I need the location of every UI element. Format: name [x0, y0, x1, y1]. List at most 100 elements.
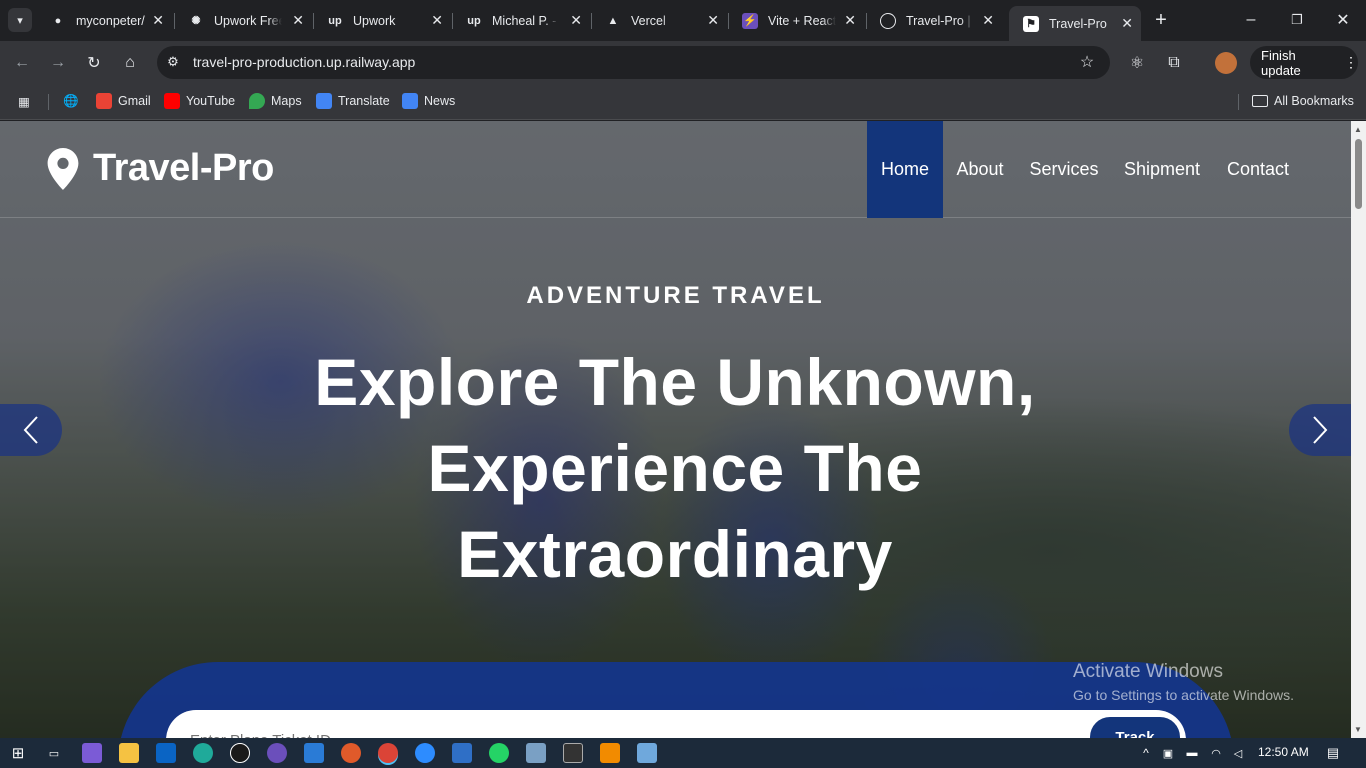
bookmark-star-icon[interactable]: ☆ [1075, 50, 1099, 74]
vite-icon: ⚡ [742, 12, 758, 29]
vlc-icon[interactable] [600, 743, 620, 763]
whatsapp-icon[interactable] [489, 743, 509, 763]
page-scrollbar[interactable]: ▲ ▼ [1351, 121, 1366, 738]
news-icon [402, 93, 418, 109]
close-tab-icon[interactable]: ✕ [570, 12, 582, 29]
outlook-icon[interactable] [156, 743, 176, 763]
tab-search-button[interactable]: ▾ [8, 8, 32, 32]
scrollbar-thumb[interactable] [1355, 139, 1362, 209]
zoom-icon[interactable] [415, 743, 435, 763]
react-devtools-icon[interactable]: ⚛ [1125, 51, 1149, 75]
carousel-prev-button[interactable] [0, 404, 62, 456]
store-icon[interactable] [452, 743, 472, 763]
profile-avatar[interactable] [1215, 52, 1237, 74]
camera-icon[interactable]: ▣ [1158, 743, 1178, 763]
headline-line: Extraordinary [457, 517, 893, 591]
close-tab-icon[interactable]: ✕ [1121, 15, 1133, 32]
translate-icon [316, 93, 332, 109]
nav-home[interactable]: Home [867, 121, 943, 218]
nav-services[interactable]: Services [1017, 121, 1111, 218]
photos-icon[interactable] [526, 743, 546, 763]
carousel-next-button[interactable] [1289, 404, 1351, 456]
restore-window-icon[interactable]: ❐ [1285, 8, 1309, 32]
notepad-icon[interactable] [637, 743, 657, 763]
copilot-icon[interactable] [82, 743, 102, 763]
reload-icon[interactable]: ↻ [82, 51, 106, 75]
edge-icon[interactable] [193, 743, 213, 763]
location-pin-icon [47, 147, 79, 190]
close-tab-icon[interactable]: ✕ [152, 12, 164, 29]
bookmark-gmail[interactable]: Gmail [96, 92, 151, 110]
activate-windows-watermark: Activate Windows Go to Settings to activ… [1073, 661, 1294, 703]
close-tab-icon[interactable]: ✕ [982, 12, 994, 29]
battery-icon[interactable]: ▬ [1182, 743, 1202, 763]
railway-icon [880, 12, 896, 29]
extensions-puzzle-icon[interactable]: ⧉ [1162, 51, 1186, 75]
youtube-icon [164, 93, 180, 109]
app-icon[interactable] [230, 743, 250, 763]
close-tab-icon[interactable]: ✕ [844, 12, 856, 29]
folder-icon [1252, 95, 1268, 107]
track-button[interactable]: Track [1090, 717, 1180, 738]
nav-about[interactable]: About [943, 121, 1017, 218]
ticket-tracking-panel: Track [118, 662, 1234, 738]
tray-chevron-up-icon[interactable]: ^ [1136, 743, 1156, 763]
ticket-id-input[interactable] [166, 710, 1186, 738]
tab-vite-react[interactable]: ⚡ Vite + React ✕ [728, 7, 864, 34]
file-explorer-icon[interactable] [119, 743, 139, 763]
tab-micheal[interactable]: up Micheal P. - Upwork ✕ [452, 7, 590, 34]
terminal-icon[interactable] [563, 743, 583, 763]
tab-upwork-free[interactable]: ✺ Upwork Free ✕ [174, 7, 312, 34]
tab-upwork[interactable]: up Upwork ✕ [313, 7, 451, 34]
scroll-down-arrow-icon[interactable]: ▼ [1354, 725, 1362, 734]
tab-vercel[interactable]: ▲ Vercel ✕ [591, 7, 727, 34]
tab-myconpeter[interactable]: ● myconpeter/ ✕ [36, 7, 172, 34]
all-bookmarks-button[interactable]: All Bookmarks [1252, 92, 1354, 110]
notifications-icon[interactable]: ▤ [1323, 743, 1343, 763]
postman-icon[interactable] [341, 743, 361, 763]
site-header: Travel-Pro Home About Services Shipment … [0, 121, 1351, 218]
tab-travel-pro-railway[interactable]: Travel-Pro | Railway ✕ [866, 7, 1002, 34]
system-clock[interactable]: 12:50 AM [1258, 745, 1309, 759]
bookmark-maps[interactable]: Maps [249, 92, 302, 110]
brand-name: Travel-Pro [93, 147, 274, 189]
vscode-icon[interactable] [304, 743, 324, 763]
url-text[interactable]: travel-pro-production.up.railway.app [193, 54, 415, 70]
new-tab-plus-icon[interactable]: + [1149, 8, 1173, 32]
bookmark-youtube[interactable]: YouTube [164, 92, 235, 110]
nav-shipment[interactable]: Shipment [1111, 121, 1213, 218]
finish-update-button[interactable]: Finish update ⋮ [1250, 46, 1358, 79]
tab-travel-pro-active[interactable]: ⚑ Travel-Pro ✕ [1009, 6, 1141, 41]
back-arrow-icon[interactable]: ← [10, 51, 34, 75]
browser-tab-bar: ▾ ● myconpeter/ ✕ ✺ Upwork Free ✕ up Upw… [0, 0, 1366, 41]
apps-grid-icon[interactable]: ▦ [18, 92, 30, 110]
close-window-icon[interactable]: ✕ [1331, 8, 1355, 32]
address-bar[interactable]: ⚙ travel-pro-production.up.railway.app ☆ [157, 46, 1110, 79]
scroll-up-arrow-icon[interactable]: ▲ [1354, 125, 1362, 134]
upwork-icon: up [328, 14, 342, 27]
globe-icon[interactable]: 🌐 [63, 92, 79, 110]
wifi-icon[interactable]: ◠ [1206, 743, 1226, 763]
volume-icon[interactable]: ◁ [1228, 743, 1248, 763]
gmail-icon [96, 93, 112, 109]
forward-arrow-icon[interactable]: → [46, 51, 70, 75]
bookmark-translate[interactable]: Translate [316, 92, 390, 110]
headline-line: Explore The Unknown, [314, 345, 1036, 419]
task-view-icon[interactable]: ▭ [44, 743, 64, 763]
minimize-window-icon[interactable]: – [1239, 8, 1263, 32]
github-icon: ● [54, 14, 62, 27]
close-tab-icon[interactable]: ✕ [292, 12, 304, 29]
page-viewport: Travel-Pro Home About Services Shipment … [0, 121, 1351, 738]
bookmark-news[interactable]: News [402, 92, 455, 110]
brand-logo[interactable]: Travel-Pro [45, 147, 274, 190]
close-tab-icon[interactable]: ✕ [431, 12, 443, 29]
site-info-icon[interactable]: ⚙ [161, 50, 185, 74]
windows-start-icon[interactable]: ⊞ [8, 743, 28, 763]
chrome-icon[interactable] [378, 743, 398, 763]
home-icon[interactable]: ⌂ [118, 51, 142, 75]
windows-taskbar: ⊞ ▭ ^ ▣ ▬ ◠ ◁ 12:50 AM ▤ [0, 738, 1366, 768]
bookmark-separator [1238, 94, 1239, 110]
app-icon[interactable] [267, 743, 287, 763]
nav-contact[interactable]: Contact [1213, 121, 1303, 218]
close-tab-icon[interactable]: ✕ [707, 12, 719, 29]
